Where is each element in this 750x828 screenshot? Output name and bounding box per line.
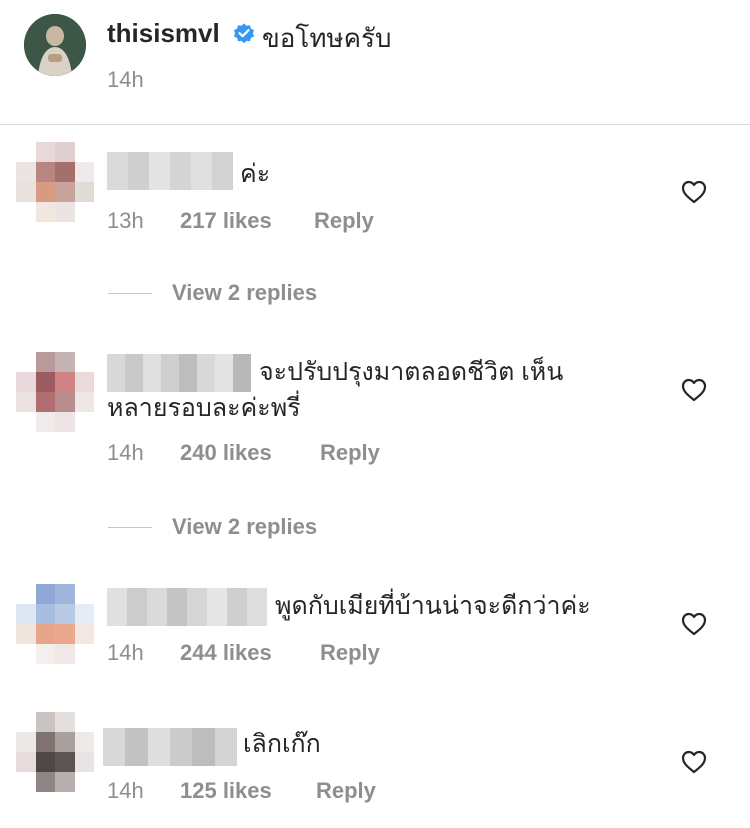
comment-text: พูดกับเมียที่บ้านน่าจะดีกว่าค่ะ — [275, 592, 591, 620]
heart-outline-icon[interactable] — [681, 378, 707, 402]
heart-outline-icon[interactable] — [681, 180, 707, 204]
author-avatar[interactable] — [24, 14, 86, 76]
comment-likes[interactable]: 217 likes — [180, 208, 314, 234]
replies-divider — [108, 292, 152, 294]
view-replies-button[interactable]: View 2 replies — [108, 512, 317, 542]
comment-time: 13h — [107, 208, 144, 233]
comment-likes[interactable]: 244 likes — [180, 640, 320, 666]
reply-button[interactable]: Reply — [320, 640, 380, 666]
commenter-avatar[interactable] — [16, 584, 94, 664]
comment-meta: 14h 125 likes Reply — [107, 778, 376, 804]
reply-button[interactable]: Reply — [314, 208, 374, 234]
view-replies-label: View 2 replies — [172, 280, 318, 305]
commenter-username[interactable] — [107, 588, 267, 626]
commenter-avatar[interactable] — [16, 352, 94, 432]
comment-time: 14h — [107, 778, 144, 803]
commenter-username[interactable] — [103, 728, 237, 766]
comment-meta: 13h 217 likes Reply — [107, 208, 374, 234]
reply-button[interactable]: Reply — [320, 440, 380, 466]
author-username[interactable]: thisismvl — [107, 18, 220, 49]
comment-time: 14h — [107, 640, 144, 665]
commenter-avatar[interactable] — [16, 142, 94, 222]
view-replies-button[interactable]: View 2 replies — [108, 278, 317, 308]
comment-likes[interactable]: 125 likes — [180, 778, 316, 804]
avatar-image — [24, 14, 86, 76]
post-caption: thisismvl ขอโทษครับ 14h — [0, 0, 750, 125]
comment-meta: 14h 240 likes Reply — [107, 440, 380, 466]
comment-meta: 14h 244 likes Reply — [107, 640, 380, 666]
caption-timestamp: 14h — [107, 67, 144, 92]
replies-divider — [108, 526, 152, 528]
commenter-avatar[interactable] — [16, 712, 94, 792]
comment-text: ค่ะ — [240, 160, 271, 188]
view-replies-label: View 2 replies — [172, 514, 318, 539]
commenter-username[interactable] — [107, 152, 233, 190]
heart-outline-icon[interactable] — [681, 612, 707, 636]
verified-badge-icon — [234, 23, 254, 44]
caption-text: ขอโทษครับ — [262, 23, 392, 53]
comment-text: เลิกเก๊ก — [243, 730, 321, 758]
comment-likes[interactable]: 240 likes — [180, 440, 320, 466]
heart-outline-icon[interactable] — [681, 750, 707, 774]
comment-time: 14h — [107, 440, 144, 465]
comment-text: จะปรับปรุงมาตลอดชีวิต เห็น หลายรอบละค่ะพ… — [107, 358, 564, 422]
reply-button[interactable]: Reply — [316, 778, 376, 804]
